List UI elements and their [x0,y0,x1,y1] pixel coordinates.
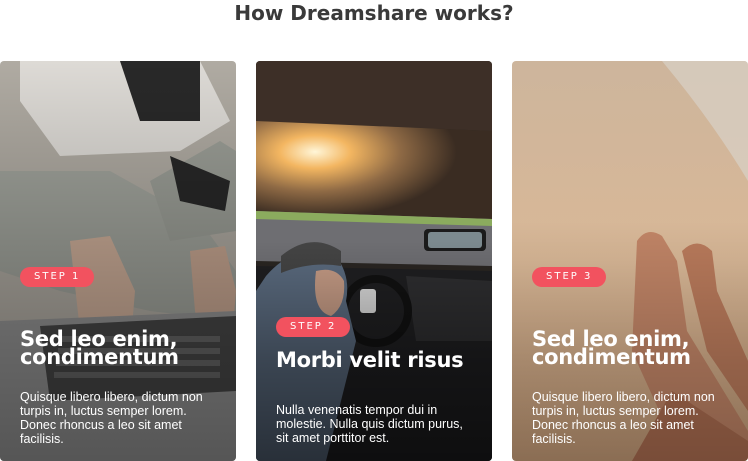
how-it-works-section: How Dreamshare works? STEP 1 Sed leo eni… [0,0,748,461]
step-badge: STEP 2 [276,317,351,337]
step-card-1[interactable]: STEP 1 Sed leo enim, condimentum Quisque… [0,61,236,461]
card-description: Quisque libero libero, dictum non turpis… [20,390,203,446]
card-heading: Sed leo enim, condimentum [532,327,691,369]
card-description: Quisque libero libero, dictum non turpis… [532,390,715,446]
card-description: Nulla venenatis tempor dui in molestie. … [276,403,463,445]
step-badge: STEP 1 [20,267,95,287]
card-heading: Morbi velit risus [276,348,464,372]
section-title: How Dreamshare works? [234,1,514,25]
step-badge: STEP 3 [532,267,607,287]
step-card-2[interactable]: STEP 2 Morbi velit risus Nulla venenatis… [256,61,492,461]
card-heading: Sed leo enim, condimentum [20,327,179,369]
card-overlay [256,61,492,461]
step-card-3[interactable]: STEP 3 Sed leo enim, condimentum Quisque… [512,61,748,461]
